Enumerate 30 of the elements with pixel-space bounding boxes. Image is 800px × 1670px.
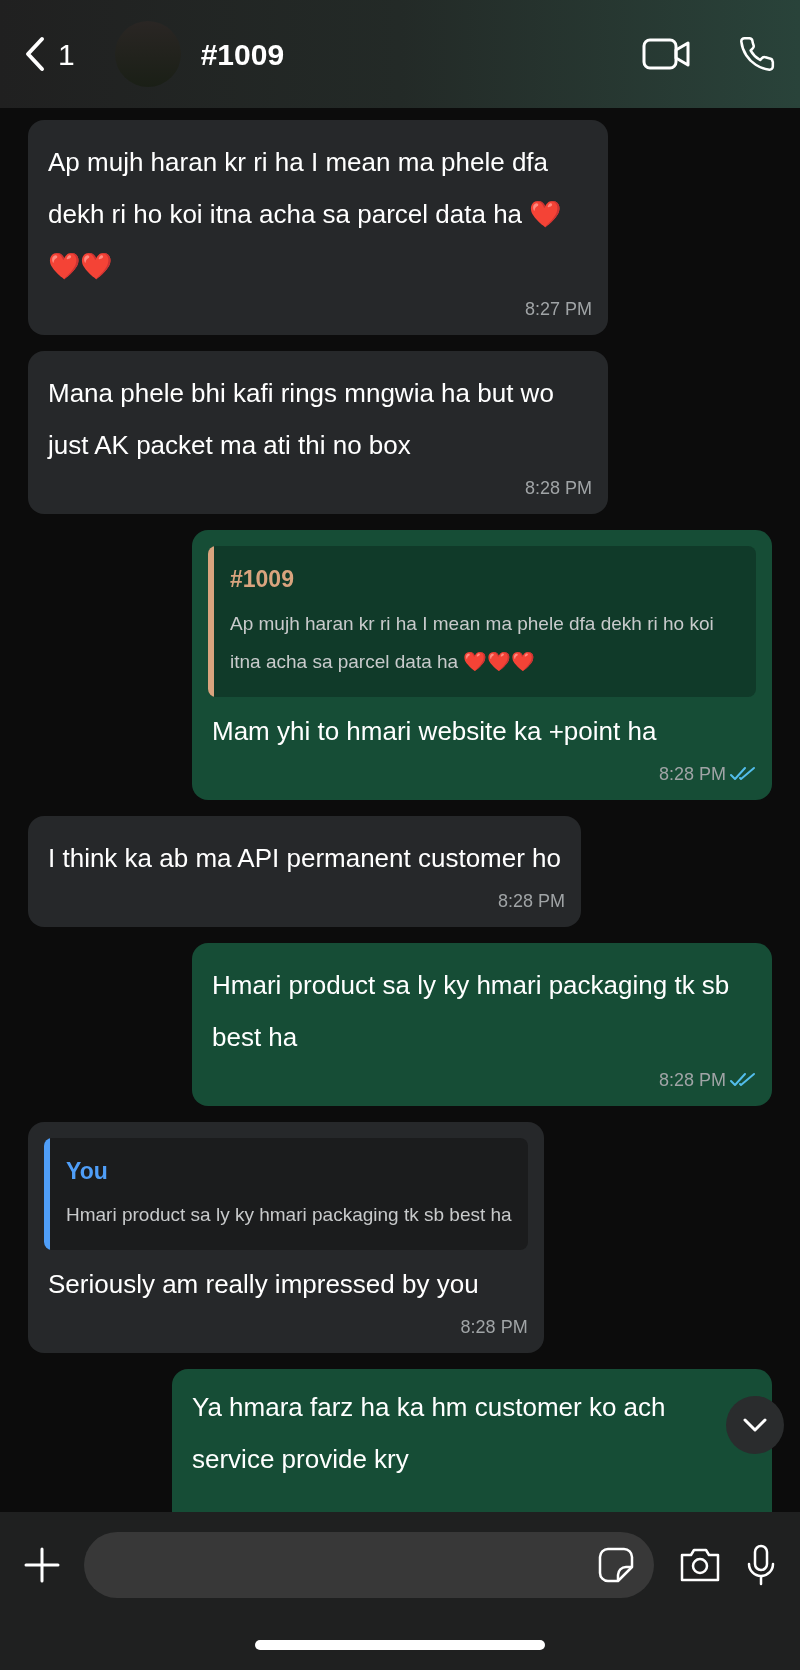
- message-text: I think ka ab ma API permanent customer ho: [47, 841, 563, 875]
- quote-author: #1009: [230, 565, 295, 594]
- message-time: 8:28 PM: [658, 1068, 726, 1092]
- message-time: 8:28 PM: [658, 762, 726, 786]
- message-text: service provide kry: [192, 1443, 410, 1476]
- message-time: 8:28 PM: [524, 477, 592, 500]
- microphone-icon[interactable]: [746, 1544, 776, 1586]
- camera-icon[interactable]: [678, 1547, 722, 1583]
- message-text: Ap mujh haran kr ri ha I mean ma phele dfa dekh ri ho koi itna acha sa parcel data ha ❤❤❤: [47, 146, 563, 283]
- chevron-down-icon: [743, 1418, 767, 1432]
- phone-icon[interactable]: [738, 35, 776, 73]
- quote-text: Hmari product sa ly ky hmari packaging tk sb best ha: [66, 1203, 512, 1227]
- plus-icon[interactable]: [24, 1547, 60, 1583]
- quote-text: Ap mujh haran kr ri ha I mean ma phele dfa dekh ri ho koi itna acha sa parcel data ha ❤❤❤: [230, 611, 715, 674]
- message-text: Hmari product sa ly ky hmari packaging tk sb best ha: [211, 968, 731, 1054]
- back-button[interactable]: 1: [24, 31, 75, 77]
- sticker-icon[interactable]: [598, 1547, 634, 1583]
- message-text: Seriously am really impressed by you: [47, 1268, 480, 1301]
- video-call-icon[interactable]: [642, 38, 690, 70]
- message-time: 8:27 PM: [524, 298, 592, 321]
- message-text: Ya hmara farz ha ka hm customer ko ach: [192, 1391, 667, 1424]
- quoted-message[interactable]: #1009 Ap mujh haran kr ri ha I mean ma phele dfa dekh ri ho koi itna acha sa parcel data ha ❤❤❤: [208, 546, 756, 697]
- quoted-message[interactable]: You Hmari product sa ly ky hmari packaging tk sb best ha: [44, 1137, 528, 1250]
- quote-author: You: [66, 1156, 109, 1186]
- message-time: 8:28 PM: [498, 889, 566, 913]
- message-text: Mana phele bhi kafi rings mngwia ha but wo just AK packet ma ati thi no box: [46, 377, 555, 462]
- chat-title[interactable]: #1009: [200, 31, 285, 77]
- back-icon: [24, 36, 46, 72]
- message-time: 8:28 PM: [460, 1316, 528, 1339]
- message-text: Mam yhi to hmari website ka +point ha: [211, 714, 658, 748]
